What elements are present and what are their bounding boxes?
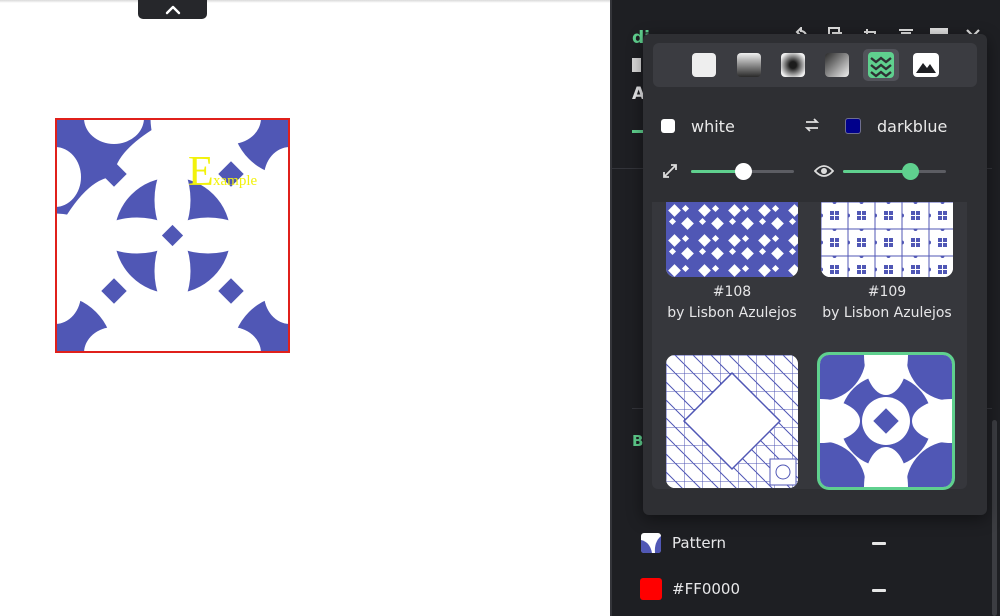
pattern-thumb[interactable] xyxy=(666,355,798,488)
opacity-slider-handle[interactable] xyxy=(901,163,919,180)
radial-gradient-button[interactable] xyxy=(775,49,811,81)
solid-fill-button[interactable] xyxy=(686,49,722,81)
pattern-author: by Lisbon Azulejos xyxy=(667,305,797,321)
pattern-preview xyxy=(820,355,952,487)
sample-text-big: E xyxy=(188,149,214,195)
diagonal-gradient-icon xyxy=(825,53,849,77)
layer-label: Pattern xyxy=(672,534,726,552)
pattern-number: #109 xyxy=(867,284,907,300)
scale-icon xyxy=(663,164,677,178)
pattern-preview xyxy=(666,355,798,488)
chevron-up-icon xyxy=(165,5,180,14)
image-fill-icon xyxy=(913,53,939,77)
canvas-top-edge xyxy=(0,0,612,3)
color-b-swatch[interactable] xyxy=(845,118,861,134)
pattern-thumb-selected[interactable] xyxy=(817,352,955,490)
panel-section-letter: B xyxy=(632,432,644,450)
panel-divider xyxy=(610,0,612,616)
collapse-toolbar-button[interactable] xyxy=(138,0,207,19)
color-swatch xyxy=(640,578,662,600)
pattern-thumb[interactable] xyxy=(821,202,953,277)
color-a-picker[interactable]: white xyxy=(661,114,735,138)
image-fill-button[interactable] xyxy=(908,49,944,81)
color-b-label: darkblue xyxy=(877,116,948,136)
color-a-label: white xyxy=(691,116,735,136)
eye-icon xyxy=(814,165,834,177)
scale-slider-handle[interactable] xyxy=(734,163,752,180)
layer-row-pattern[interactable]: Pattern xyxy=(640,530,900,556)
pattern-number: #108 xyxy=(712,284,752,300)
layer-label: #FF0000 xyxy=(672,580,740,598)
pattern-fill-icon xyxy=(868,52,894,78)
color-b-picker[interactable]: darkblue xyxy=(845,114,947,138)
diagonal-gradient-button[interactable] xyxy=(819,49,855,81)
patterned-square[interactable]: E xample xyxy=(55,118,290,353)
pattern-fill-button[interactable] xyxy=(863,49,899,81)
opacity-slider-fill xyxy=(843,170,910,173)
pattern-thumb[interactable] xyxy=(666,202,798,277)
remove-layer-button[interactable] xyxy=(872,589,886,592)
color-a-swatch[interactable] xyxy=(661,119,675,133)
panel-scrollbar[interactable] xyxy=(992,420,997,616)
layer-row-color[interactable]: #FF0000 xyxy=(640,576,900,602)
linear-gradient-button[interactable] xyxy=(731,49,767,81)
pattern-swatch-icon xyxy=(641,533,661,553)
radial-gradient-icon xyxy=(781,53,805,77)
remove-layer-button[interactable] xyxy=(872,542,886,545)
canvas-shape[interactable]: E xample xyxy=(55,118,290,353)
linear-gradient-icon xyxy=(737,53,761,77)
pattern-preview xyxy=(821,202,953,277)
sample-text-small: xample xyxy=(213,173,257,189)
pattern-preview xyxy=(666,202,798,277)
swap-icon[interactable] xyxy=(804,117,820,133)
pattern-author: by Lisbon Azulejos xyxy=(822,305,952,321)
solid-fill-icon xyxy=(692,53,716,77)
